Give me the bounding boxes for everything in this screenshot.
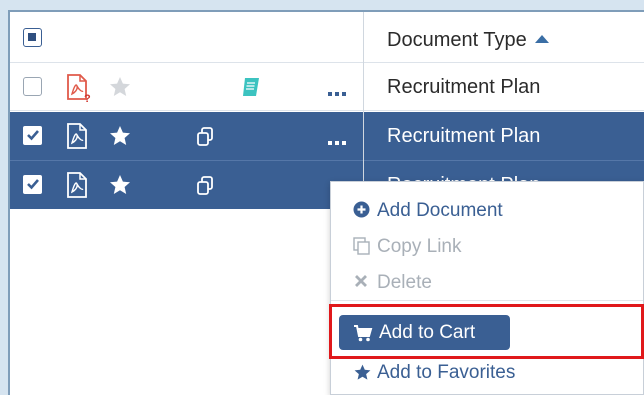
document-type-cell: Recruitment Plan [387, 125, 541, 147]
favorite-star-icon[interactable] [108, 173, 132, 202]
column-header-document-type[interactable]: Document Type [387, 30, 549, 50]
sort-ascending-icon [534, 35, 549, 43]
menu-item-add-document[interactable]: Add Document [331, 192, 643, 226]
pdf-icon[interactable] [65, 171, 91, 206]
pdf-missing-icon[interactable]: ? [65, 73, 91, 108]
row-checkbox[interactable] [23, 126, 42, 145]
highlight-outline [329, 304, 644, 359]
star-icon [353, 363, 372, 388]
row-checkbox[interactable] [23, 175, 42, 194]
x-icon [353, 273, 369, 295]
favorite-star-icon[interactable] [108, 75, 132, 104]
menu-separator [331, 300, 643, 301]
row-checkbox[interactable] [23, 77, 42, 96]
row-context-menu: Add Document Copy Link Delete Add to Car… [330, 181, 644, 395]
plus-circle-icon [353, 201, 370, 224]
select-all-checkbox[interactable] [23, 28, 42, 47]
column-divider [363, 12, 364, 209]
more-options-icon[interactable] [328, 84, 346, 102]
pdf-icon[interactable] [65, 122, 91, 157]
svg-text:?: ? [84, 93, 91, 103]
favorite-star-icon[interactable] [108, 124, 132, 153]
link-icon[interactable] [195, 175, 217, 202]
grid-header-row: Document Type [10, 12, 644, 63]
menu-item-delete[interactable]: Delete [331, 264, 643, 298]
menu-item-copy-link[interactable]: Copy Link [331, 228, 643, 262]
menu-item-add-to-favorites[interactable]: Add to Favorites [331, 354, 643, 388]
copy-icon [353, 237, 371, 261]
more-options-icon[interactable] [328, 133, 346, 151]
document-type-cell: Recruitment Plan [387, 76, 541, 98]
link-icon[interactable] [195, 126, 217, 153]
book-icon[interactable] [240, 76, 262, 103]
table-row[interactable]: Recruitment Plan [10, 112, 644, 161]
table-row[interactable]: ? Recruitment Plan [10, 63, 644, 111]
